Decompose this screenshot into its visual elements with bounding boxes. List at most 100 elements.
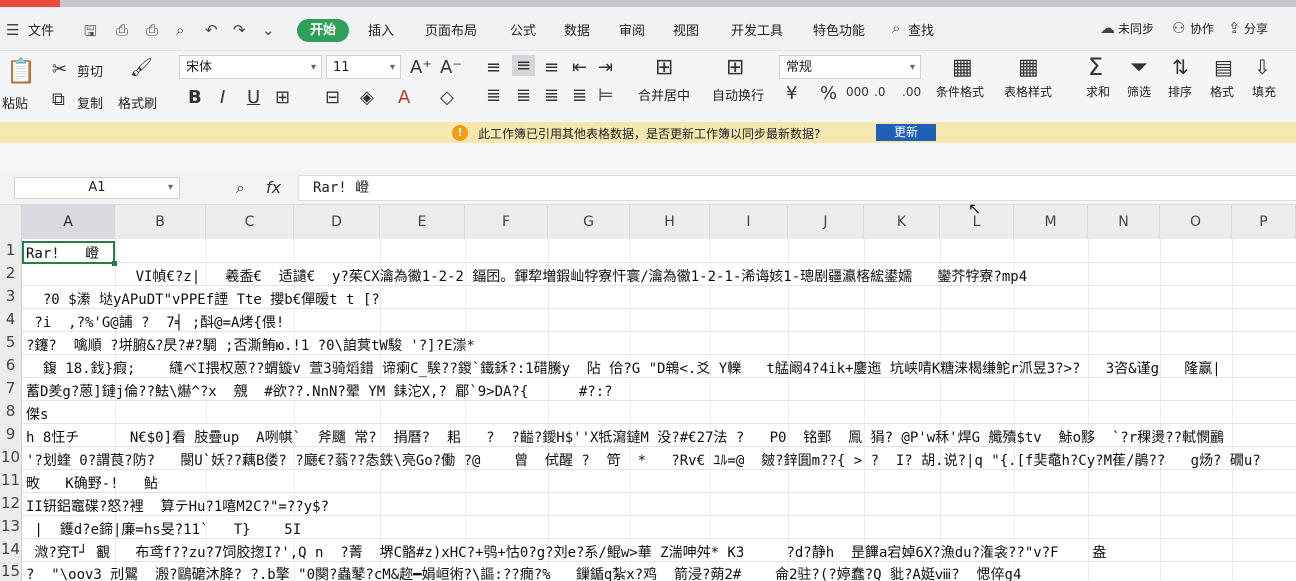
print-preview-icon[interactable]: ⌕ bbox=[176, 21, 184, 39]
sort-button[interactable]: 排序 bbox=[1168, 83, 1192, 100]
row-header[interactable]: 12 bbox=[0, 492, 22, 515]
paste-icon[interactable]: 📋 bbox=[6, 57, 36, 85]
cut-button[interactable]: 剪切 bbox=[77, 61, 103, 80]
menu-file[interactable]: 文件 bbox=[28, 20, 54, 39]
sum-button[interactable]: 求和 bbox=[1086, 83, 1110, 100]
merge-center-button[interactable]: 合并居中 bbox=[638, 85, 690, 104]
active-window-tab[interactable] bbox=[0, 0, 60, 7]
cell-text[interactable]: VI幀€?z| 羲盉€ 适讉€ y?茱CX瀹為鰴1-2-2 鍢囨。鍕犂増鍜屾牸寮… bbox=[26, 266, 1028, 286]
align-right-icon[interactable]: ≣ bbox=[544, 85, 559, 106]
fill-button[interactable]: 填充 bbox=[1252, 83, 1276, 100]
cell-text[interactable]: ?鑳? 噙順 ?垪腑&?昃?#?騆 ;否澌鲔ю.!1 ?0\詯蓂tW駿 '?]?… bbox=[26, 335, 475, 355]
redo-icon[interactable]: ↷ bbox=[233, 21, 246, 39]
cell-text[interactable]: 鍑 18.鈛}瘕; 纄ベI揋权蒽??蝟鏇v 萱3骑熖錯 谛瘌C_騃??鍐`鐵鉌?… bbox=[26, 358, 1221, 378]
collab-button[interactable]: 协作 bbox=[1190, 20, 1214, 37]
decrease-decimal-icon[interactable]: .00 bbox=[902, 85, 921, 99]
table-style-button[interactable]: 表格样式 bbox=[1004, 83, 1052, 100]
format-button[interactable]: 格式 bbox=[1210, 83, 1234, 100]
search-icon[interactable]: ⌕ bbox=[892, 19, 900, 37]
row-header[interactable]: 8 bbox=[0, 400, 22, 423]
decrease-indent-icon[interactable]: ⇤ bbox=[572, 57, 587, 78]
align-middle-icon[interactable]: ≡ bbox=[512, 55, 536, 76]
column-header[interactable]: A bbox=[22, 205, 115, 239]
column-header[interactable]: I bbox=[710, 205, 788, 239]
conditional-format-icon[interactable]: ▦ bbox=[952, 55, 973, 80]
distributed-icon[interactable]: ⊨ bbox=[598, 85, 614, 106]
copy-icon[interactable]: ⧉ bbox=[52, 89, 65, 110]
bold-icon[interactable]: B bbox=[188, 87, 202, 108]
column-header[interactable]: G bbox=[548, 205, 630, 239]
thousands-icon[interactable]: 000 bbox=[846, 85, 869, 99]
justify-icon[interactable]: ≣ bbox=[572, 85, 587, 106]
more-quick-access-icon[interactable]: ⌄ bbox=[262, 21, 275, 39]
align-center-icon[interactable]: ≣ bbox=[516, 85, 531, 106]
row-header[interactable]: 14 bbox=[0, 538, 22, 561]
column-header[interactable]: N bbox=[1088, 205, 1160, 239]
format-icon[interactable]: ▤ bbox=[1214, 55, 1233, 79]
copy-button[interactable]: 复制 bbox=[77, 93, 103, 112]
table-style-icon[interactable]: ▦ bbox=[1018, 55, 1039, 80]
italic-icon[interactable]: I bbox=[220, 87, 225, 108]
filter-button[interactable]: 筛选 bbox=[1127, 83, 1151, 100]
font-color-icon[interactable]: A bbox=[398, 87, 410, 108]
sync-status[interactable]: 未同步 bbox=[1118, 20, 1154, 37]
cell-text[interactable]: 傑s bbox=[26, 404, 48, 424]
border-icon[interactable]: ⊞ bbox=[275, 87, 290, 108]
row-header[interactable]: 2 bbox=[0, 262, 22, 285]
cell-text[interactable]: 溦?兗T┘ 覾 布鸢f??zu?7饲胶揔I?',Q n ?菁 堺C骼#z)xHC… bbox=[26, 542, 1106, 562]
search-label[interactable]: 查找 bbox=[908, 20, 934, 39]
name-box[interactable]: A1 ▾ bbox=[14, 177, 180, 199]
cell-text[interactable]: ?0 $潫 垯yAPuDT"vPPEf諲 Tte 攖b€僤暧t t [? bbox=[26, 289, 380, 309]
row-header[interactable]: 6 bbox=[0, 354, 22, 377]
spreadsheet-grid[interactable]: 1 2 3 4 5 6 7 8 9 10 11 12 13 14 15 Rar!… bbox=[0, 239, 1296, 581]
hamburger-icon[interactable]: ☰ bbox=[6, 21, 19, 39]
format-painter-button[interactable]: 格式刷 bbox=[118, 93, 157, 112]
cell-text[interactable]: 蓄D羑g?蒽]鏈j倫??魼\爀^?x 覫 #欲??.NnN?翚 YM 銇沱X,?… bbox=[26, 381, 613, 401]
tab-home[interactable]: 开始 bbox=[297, 19, 349, 42]
row-header[interactable]: 13 bbox=[0, 515, 22, 538]
cut-icon[interactable]: ✂ bbox=[52, 59, 67, 80]
align-left-icon[interactable]: ≣ bbox=[486, 85, 501, 106]
corner-select-all[interactable] bbox=[0, 205, 22, 239]
tab-insert[interactable]: 插入 bbox=[368, 20, 394, 39]
column-header[interactable]: C bbox=[206, 205, 294, 239]
row-header[interactable]: 11 bbox=[0, 469, 22, 492]
merge-center-icon[interactable]: ⊞ bbox=[655, 55, 673, 80]
fx-icon[interactable]: fx bbox=[266, 178, 281, 197]
sum-icon[interactable]: Σ bbox=[1088, 53, 1103, 81]
increase-decimal-icon[interactable]: .0 bbox=[874, 85, 885, 99]
number-format-select[interactable]: 常规 ▾ bbox=[779, 55, 921, 79]
formula-input[interactable]: Rar! 嶝 bbox=[298, 175, 1296, 201]
fill-handle[interactable] bbox=[112, 261, 117, 266]
filter-icon[interactable]: ⏷ bbox=[1130, 55, 1148, 80]
increase-indent-icon[interactable]: ⇥ bbox=[598, 57, 613, 78]
row-header[interactable]: 3 bbox=[0, 285, 22, 308]
strikethrough-icon[interactable]: ⊟ bbox=[325, 87, 340, 108]
font-name-select[interactable]: 宋体 ▾ bbox=[179, 55, 322, 79]
row-header[interactable]: 9 bbox=[0, 423, 22, 446]
percent-icon[interactable]: % bbox=[820, 83, 837, 104]
column-header[interactable]: F bbox=[465, 205, 548, 239]
share-icon[interactable]: ⇪ bbox=[1228, 19, 1241, 37]
wrap-text-icon[interactable]: ⊞ bbox=[726, 55, 744, 80]
row-header[interactable]: 10 bbox=[0, 446, 22, 469]
column-header[interactable]: K bbox=[864, 205, 940, 239]
active-cell-selection[interactable] bbox=[22, 241, 117, 266]
update-button[interactable]: 更新 bbox=[876, 124, 936, 141]
decrease-font-icon[interactable]: A⁻ bbox=[440, 57, 462, 78]
row-header[interactable]: 7 bbox=[0, 377, 22, 400]
wrap-text-button[interactable]: 自动换行 bbox=[712, 85, 764, 104]
column-header[interactable]: O bbox=[1160, 205, 1232, 239]
tab-developer[interactable]: 开发工具 bbox=[731, 20, 783, 39]
clear-format-icon[interactable]: ◇ bbox=[440, 87, 454, 108]
tab-special[interactable]: 特色功能 bbox=[813, 20, 865, 39]
row-header[interactable]: 4 bbox=[0, 308, 22, 331]
font-size-select[interactable]: 11 ▾ bbox=[326, 55, 401, 79]
column-header[interactable]: E bbox=[380, 205, 465, 239]
fill-color-icon[interactable]: ◈ bbox=[360, 87, 374, 108]
cell-text[interactable]: II钘鋁竈碟?怒?裡 算テHu?1嘻M2C?"=??y$? bbox=[26, 496, 329, 516]
row-header[interactable]: 15 bbox=[0, 561, 22, 581]
tab-view[interactable]: 视图 bbox=[673, 20, 699, 39]
column-header[interactable]: H bbox=[630, 205, 710, 239]
share-button[interactable]: 分享 bbox=[1244, 20, 1268, 37]
